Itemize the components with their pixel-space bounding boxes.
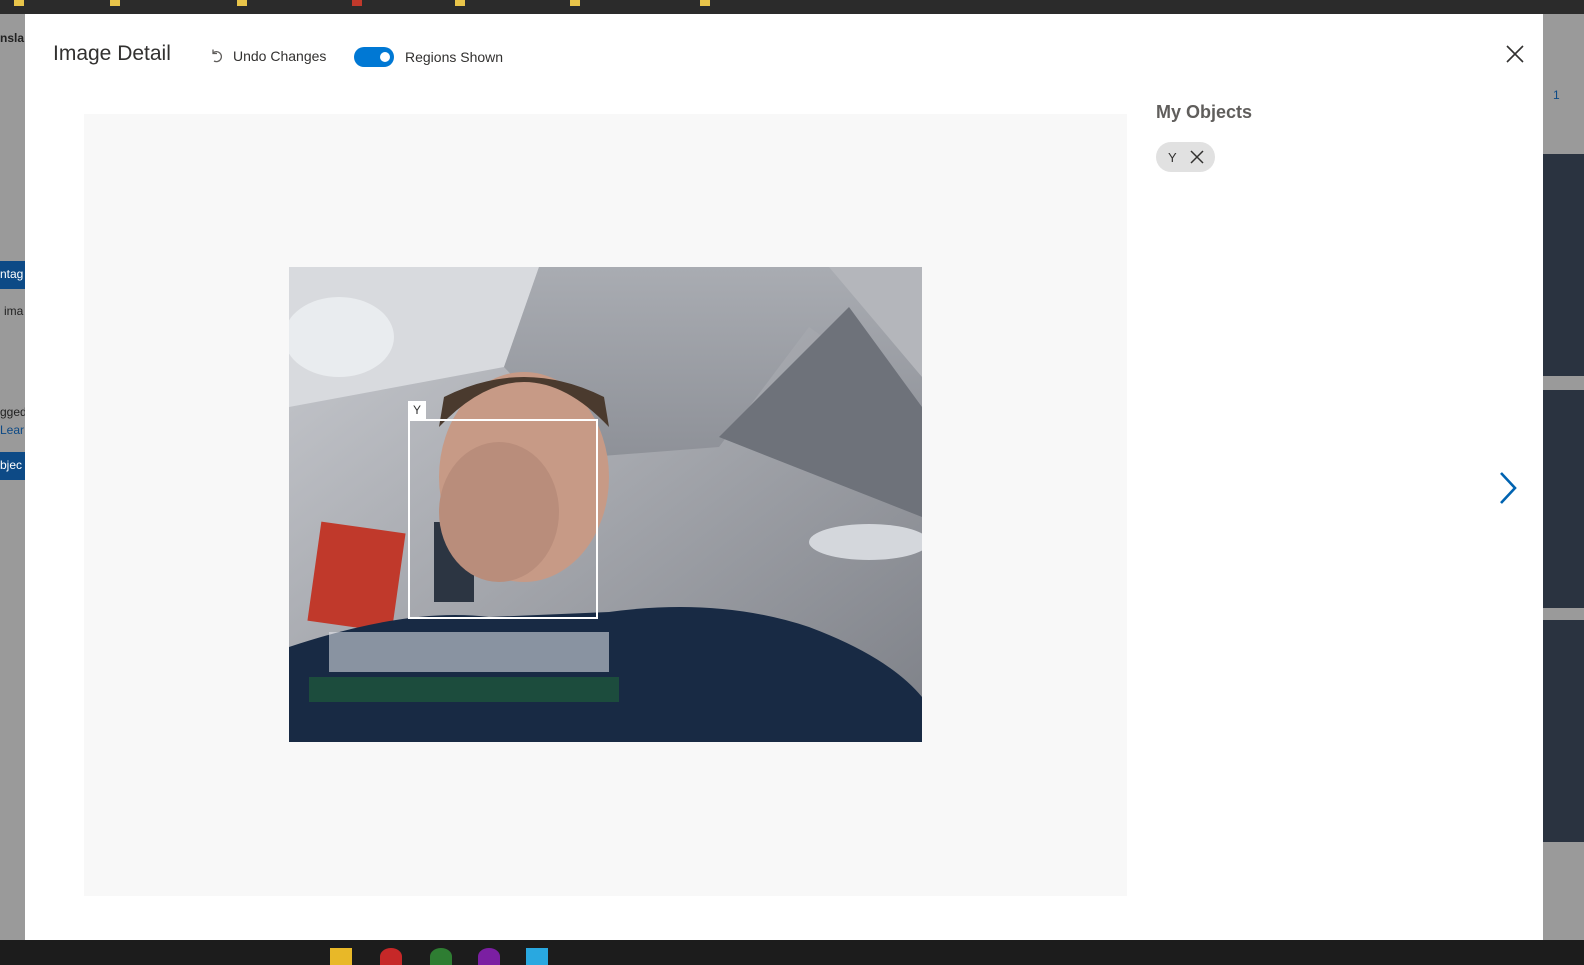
close-icon[interactable] [1503,42,1527,66]
remove-tag-icon[interactable] [1189,149,1205,165]
object-tag-chip[interactable]: Y [1156,142,1215,172]
app-icon[interactable] [430,948,452,965]
regions-shown-label: Regions Shown [405,49,504,65]
bookmark-icon[interactable] [570,0,580,6]
background-text: Lear [0,423,25,437]
chevron-right-icon[interactable] [1495,470,1521,506]
background-text: ntag [0,267,24,281]
bounding-box-region[interactable] [408,419,598,619]
background-page-right: 1 [1543,14,1584,940]
background-text: ima [4,304,24,318]
toggle-knob [380,52,390,62]
background-button: bjec [0,452,25,480]
background-text: 1 [1553,88,1560,102]
background-text: gged [0,405,25,419]
background-thumbnail [1543,620,1584,842]
folder-icon[interactable] [330,948,352,965]
undo-changes-button[interactable]: Undo Changes [208,47,326,65]
bookmark-icon[interactable] [352,0,362,6]
browser-icon[interactable] [380,948,402,965]
browser-tab-strip [0,0,1584,14]
background-page-left: nsla ntag ima gged Lear bjec [0,14,25,940]
bookmark-icon[interactable] [455,0,465,6]
object-tag-label: Y [1168,149,1177,165]
regions-toggle-group: Regions Shown [354,47,503,67]
my-objects-title: My Objects [1156,102,1253,122]
background-text: bjec [0,458,23,472]
training-image [289,267,922,742]
image-detail-modal: Image Detail Undo Changes Regions Shown [25,14,1543,940]
background-button: ntag [0,261,25,289]
background-thumbnail [1543,154,1584,376]
undo-changes-label: Undo Changes [233,48,327,64]
region-label: Y [408,401,426,419]
background-thumbnail [1543,390,1584,608]
background-text: nsla [0,31,25,45]
undo-icon [208,47,226,65]
regions-shown-toggle[interactable] [354,47,394,67]
image-canvas: Y [84,114,1127,896]
bookmark-icon[interactable] [237,0,247,6]
bookmark-icon[interactable] [110,0,120,6]
modal-title: Image Detail [53,42,171,65]
bookmark-icon[interactable] [700,0,710,6]
bookmark-icon[interactable] [14,0,24,6]
taskbar [0,940,1584,965]
app-icon[interactable] [478,948,500,965]
app-icon[interactable] [526,948,548,965]
